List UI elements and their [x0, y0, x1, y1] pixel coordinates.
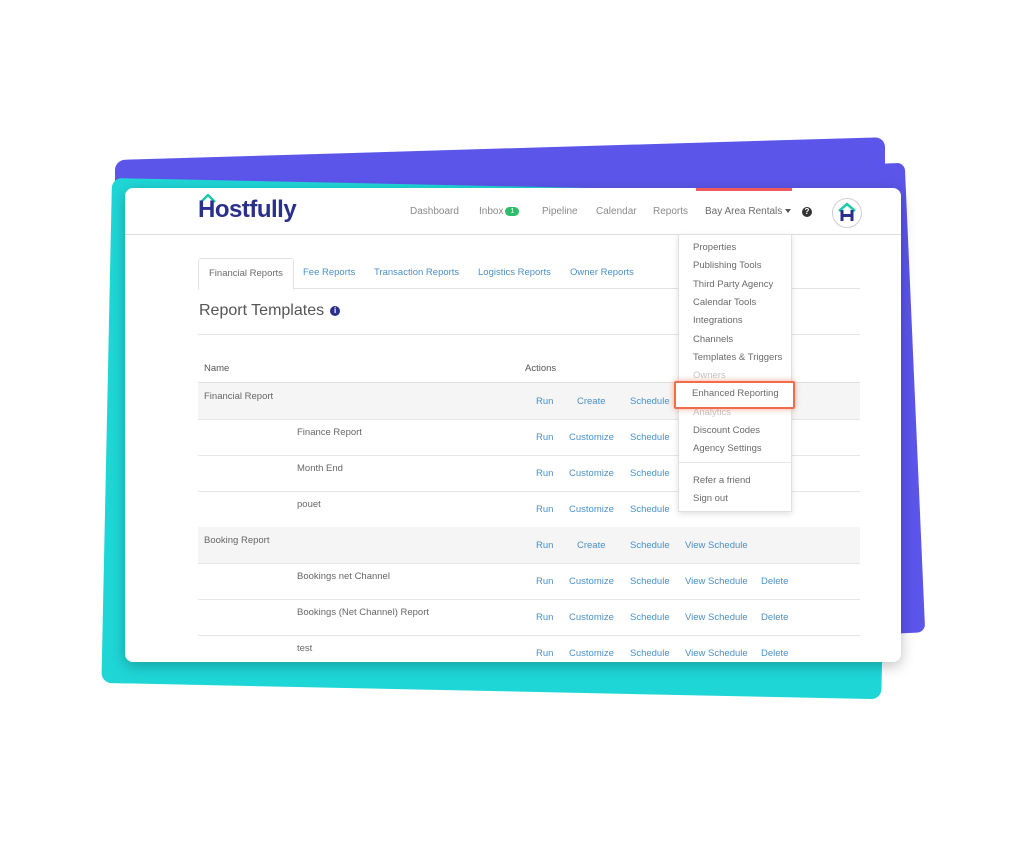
nav-inbox-label: Inbox [479, 206, 504, 217]
action-customize-link[interactable]: Customize [569, 648, 614, 659]
dropdown-item-enhanced-reporting: Enhanced Reporting [692, 388, 779, 399]
nav-inbox[interactable]: Inbox 1 [479, 206, 520, 217]
report-name: Month End [297, 463, 343, 474]
action-customize-link[interactable]: Customize [569, 576, 614, 587]
action-view-schedule-link[interactable]: View Schedule [685, 576, 748, 587]
report-name: Financial Report [204, 391, 274, 402]
dropdown-item-third-party-agency[interactable]: Third Party Agency [693, 279, 773, 290]
action-view-schedule-link[interactable]: View Schedule [685, 648, 748, 659]
account-menu-label: Bay Area Rentals [705, 206, 783, 217]
report-name: test [297, 643, 313, 654]
action-run-link[interactable]: Run [536, 648, 553, 659]
action-run-link[interactable]: Run [536, 540, 553, 551]
account-menu-active-indicator [696, 188, 792, 191]
action-run-link[interactable]: Run [536, 612, 553, 623]
action-schedule-link[interactable]: Schedule [630, 648, 670, 659]
enhanced-reporting-highlight[interactable]: Enhanced Reporting [674, 381, 795, 409]
action-create-link[interactable]: Create [577, 396, 606, 407]
inbox-count-badge: 1 [505, 207, 520, 216]
table-row: Bookings (Net Channel) Report Run Customiz… [198, 599, 860, 636]
dropdown-item-owners[interactable]: Owners [693, 370, 726, 381]
action-schedule-link[interactable]: Schedule [630, 504, 670, 515]
dropdown-item-sign-out[interactable]: Sign out [693, 493, 728, 504]
column-header-name: Name [204, 363, 230, 374]
report-name: Booking Report [204, 535, 270, 546]
action-schedule-link[interactable]: Schedule [630, 396, 670, 407]
dropdown-item-discount-codes[interactable]: Discount Codes [693, 425, 760, 436]
column-header-actions: Actions [525, 363, 557, 374]
action-run-link[interactable]: Run [536, 576, 553, 587]
table-row: test Run Customize Schedule View Schedule Del… [198, 635, 860, 662]
avatar[interactable] [832, 198, 862, 228]
tab-financial-reports[interactable]: Financial Reports [198, 258, 294, 290]
app-window: Hostfully Dashboard Inbox 1 Pipeline Cale… [125, 188, 901, 662]
action-run-link[interactable]: Run [536, 432, 553, 443]
action-customize-link[interactable]: Customize [569, 468, 614, 479]
report-name: Bookings net Channel [297, 571, 390, 582]
tab-owner-reports[interactable]: Owner Reports [570, 258, 634, 288]
nav-reports[interactable]: Reports [653, 206, 688, 217]
action-view-schedule-link[interactable]: View Schedule [685, 540, 748, 551]
action-schedule-link[interactable]: Schedule [630, 468, 670, 479]
dropdown-item-calendar-tools[interactable]: Calendar Tools [693, 297, 756, 308]
tab-logistics-reports[interactable]: Logistics Reports [478, 258, 551, 288]
page-title-text: Report Templates [199, 302, 325, 319]
dropdown-item-templates-triggers[interactable]: Templates & Triggers [693, 352, 782, 363]
info-icon[interactable]: i [330, 306, 341, 316]
nav-dashboard[interactable]: Dashboard [410, 206, 459, 217]
house-h-icon [838, 202, 856, 221]
action-schedule-link[interactable]: Schedule [630, 540, 670, 551]
action-customize-link[interactable]: Customize [569, 612, 614, 623]
dropdown-item-properties[interactable]: Properties [693, 242, 736, 253]
action-customize-link[interactable]: Customize [569, 504, 614, 515]
caret-down-icon [785, 209, 792, 213]
tab-fee-reports[interactable]: Fee Reports [303, 258, 355, 288]
action-schedule-link[interactable]: Schedule [630, 576, 670, 587]
account-menu-toggle[interactable]: Bay Area Rentals [705, 206, 792, 217]
page-title: Report Templates i [199, 302, 341, 320]
action-run-link[interactable]: Run [536, 504, 553, 515]
action-schedule-link[interactable]: Schedule [630, 612, 670, 623]
dropdown-item-agency-settings[interactable]: Agency Settings [693, 443, 762, 454]
action-customize-link[interactable]: Customize [569, 432, 614, 443]
top-navigation-bar: Hostfully Dashboard Inbox 1 Pipeline Cale… [125, 188, 901, 235]
dropdown-item-refer-a-friend[interactable]: Refer a friend [693, 475, 751, 486]
report-name: Bookings (Net Channel) Report [297, 607, 430, 618]
action-view-schedule-link[interactable]: View Schedule [685, 612, 748, 623]
account-dropdown-menu: Properties Publishing Tools Third Party Ag… [678, 234, 792, 512]
dropdown-item-publishing-tools[interactable]: Publishing Tools [693, 260, 761, 271]
dropdown-divider [679, 462, 791, 463]
question-circle-icon[interactable]: ? [802, 207, 812, 217]
action-delete-link[interactable]: Delete [761, 576, 788, 587]
table-row: Bookings net Channel Run Customize Schedule… [198, 563, 860, 600]
dropdown-item-channels[interactable]: Channels [693, 334, 733, 345]
action-run-link[interactable]: Run [536, 396, 553, 407]
report-group-row: Booking Report Run Create Schedule View Sche… [198, 527, 860, 564]
action-delete-link[interactable]: Delete [761, 648, 788, 659]
action-create-link[interactable]: Create [577, 540, 606, 551]
report-name: Finance Report [297, 427, 362, 438]
tab-transaction-reports[interactable]: Transaction Reports [374, 258, 459, 288]
hostfully-logo[interactable]: Hostfully [198, 196, 297, 224]
nav-pipeline[interactable]: Pipeline [542, 206, 578, 217]
nav-calendar[interactable]: Calendar [596, 206, 637, 217]
action-delete-link[interactable]: Delete [761, 612, 788, 623]
dropdown-item-integrations[interactable]: Integrations [693, 315, 743, 326]
action-schedule-link[interactable]: Schedule [630, 432, 670, 443]
action-run-link[interactable]: Run [536, 468, 553, 479]
report-name: pouet [297, 499, 321, 510]
